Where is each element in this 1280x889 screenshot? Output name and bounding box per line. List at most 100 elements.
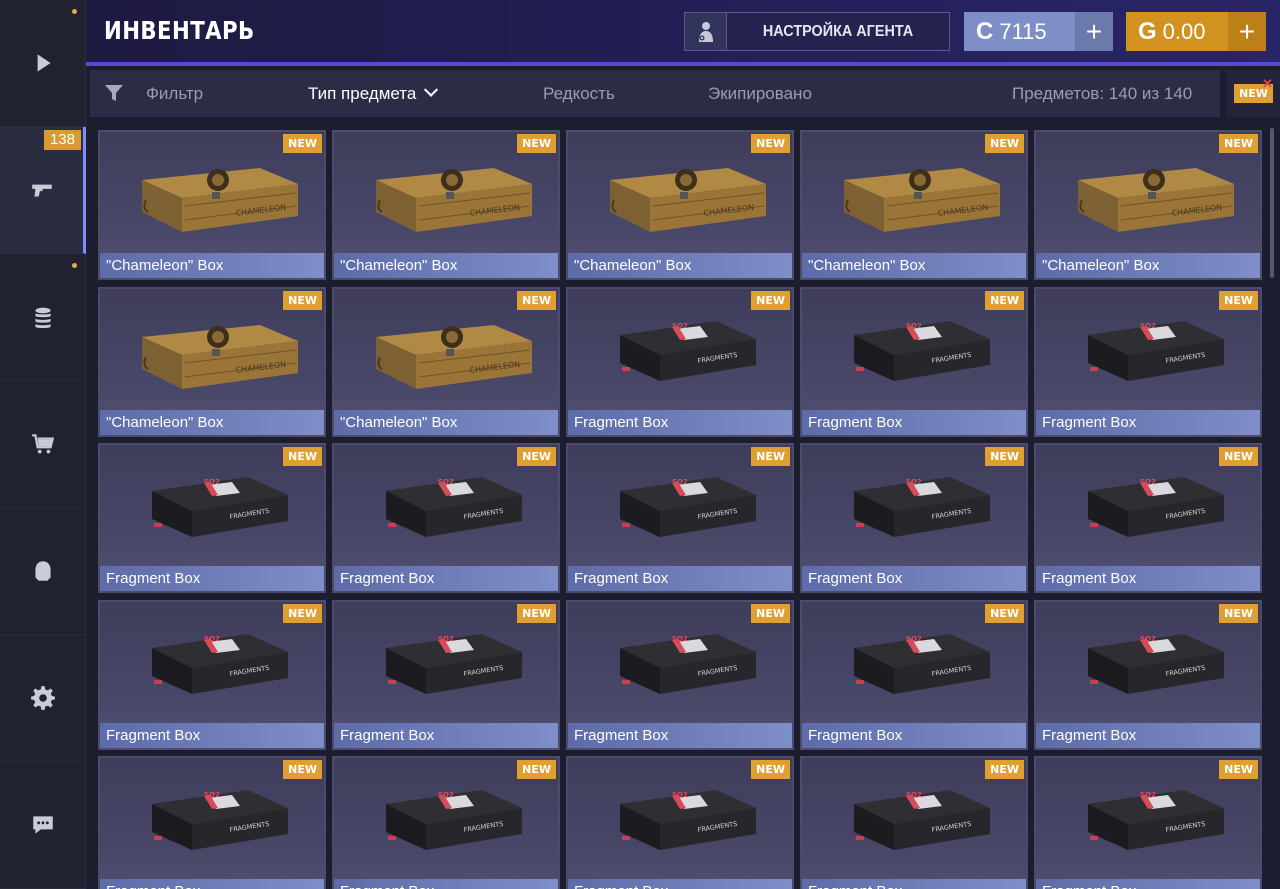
inventory-item-card[interactable]: SO2 FRAGMENTS NEW Fragment Box xyxy=(1034,756,1262,889)
item-name: Fragment Box xyxy=(1036,879,1260,889)
close-icon[interactable]: ✕ xyxy=(1262,76,1273,92)
fragment-box-image: SO2 FRAGMENTS xyxy=(1088,320,1224,381)
item-type-dropdown[interactable]: Тип предмета xyxy=(308,82,439,104)
inventory-item-card[interactable]: SO2 FRAGMENTS NEW Fragment Box xyxy=(1034,286,1262,437)
filter-label[interactable]: Фильтр xyxy=(146,84,203,104)
fragment-box-image: SO2 FRAGMENTS xyxy=(1088,633,1224,694)
svg-text:SO2: SO2 xyxy=(672,478,688,486)
page-title: ИНВЕНТАРЬ xyxy=(104,16,255,45)
sidebar-item-shop[interactable] xyxy=(0,381,86,508)
rarity-filter[interactable]: Редкость xyxy=(543,84,615,104)
new-badge: NEW xyxy=(1219,134,1258,153)
inventory-item-card[interactable]: SO2 FRAGMENTS NEW Fragment Box xyxy=(800,756,1028,889)
chameleon-box-image: CHAMELEON xyxy=(142,324,298,389)
svg-text:SO2: SO2 xyxy=(672,635,688,643)
item-name: Fragment Box xyxy=(802,879,1026,889)
scrollbar[interactable] xyxy=(1270,128,1274,278)
inventory-item-card[interactable]: SO2 FRAGMENTS NEW Fragment Box xyxy=(332,599,560,750)
top-header: ИНВЕНТАРЬ НАСТРОЙКА АГЕНТА C 7115 + G 0.… xyxy=(86,0,1280,66)
item-name: "Chameleon" Box xyxy=(1036,253,1260,278)
chevron-down-icon xyxy=(424,82,439,97)
inventory-item-card[interactable]: CHAMELEON NEW "Chameleon" Box xyxy=(332,130,560,280)
sidebar-item-chat[interactable] xyxy=(0,762,86,889)
item-name: Fragment Box xyxy=(1036,409,1260,435)
sidebar-item-play[interactable] xyxy=(0,0,86,127)
inventory-item-card[interactable]: SO2 FRAGMENTS NEW Fragment Box xyxy=(98,756,326,889)
inventory-item-card[interactable]: SO2 FRAGMENTS NEW Fragment Box xyxy=(566,443,794,593)
new-badge: NEW xyxy=(283,447,322,466)
silver-balance-box: C 7115 xyxy=(964,12,1075,51)
new-badge: NEW xyxy=(751,603,790,623)
inventory-item-card[interactable]: SO2 FRAGMENTS NEW Fragment Box xyxy=(566,756,794,889)
items-count: Предметов: 140 из 140 xyxy=(1012,84,1193,103)
filter-icon[interactable] xyxy=(104,83,124,103)
new-badge: NEW xyxy=(1219,290,1258,310)
svg-text:SO2: SO2 xyxy=(1140,791,1156,799)
svg-text:SO2: SO2 xyxy=(1140,322,1156,330)
chameleon-box-image: CHAMELEON xyxy=(610,168,766,232)
inventory-item-card[interactable]: CHAMELEON NEW "Chameleon" Box xyxy=(332,286,560,437)
inventory-item-card[interactable]: SO2 FRAGMENTS NEW Fragment Box xyxy=(332,443,560,593)
inventory-item-card[interactable]: CHAMELEON NEW "Chameleon" Box xyxy=(800,130,1028,280)
gold-currency: G 0.00 + xyxy=(1126,12,1266,51)
sidebar-item-inventory[interactable]: 138 xyxy=(0,127,86,254)
inventory-item-card[interactable]: SO2 FRAGMENTS NEW Fragment Box xyxy=(800,286,1028,437)
inventory-item-card[interactable]: CHAMELEON NEW "Chameleon" Box xyxy=(98,286,326,437)
new-badge: NEW xyxy=(517,290,556,310)
fragment-box-image: SO2 FRAGMENTS xyxy=(386,633,522,694)
gold-coin-icon: G xyxy=(1138,17,1157,45)
new-badge: NEW xyxy=(751,134,790,153)
fragment-box-image: SO2 FRAGMENTS xyxy=(1088,477,1224,537)
item-name: Fragment Box xyxy=(100,566,324,591)
inventory-item-card[interactable]: SO2 FRAGMENTS NEW Fragment Box xyxy=(566,286,794,437)
chameleon-box-image: CHAMELEON xyxy=(376,168,532,232)
svg-text:SO2: SO2 xyxy=(906,791,922,799)
inventory-item-card[interactable]: CHAMELEON NEW "Chameleon" Box xyxy=(1034,130,1262,280)
inventory-item-card[interactable]: SO2 FRAGMENTS NEW Fragment Box xyxy=(566,599,794,750)
new-badge: NEW xyxy=(517,603,556,623)
new-filter-toggle[interactable]: NEW ✕ xyxy=(1226,70,1280,117)
new-badge: NEW xyxy=(751,290,790,310)
inventory-item-card[interactable]: SO2 FRAGMENTS NEW Fragment Box xyxy=(1034,443,1262,593)
sidebar-item-currency[interactable] xyxy=(0,254,86,381)
item-name: "Chameleon" Box xyxy=(334,409,558,435)
fragment-box-image: SO2 FRAGMENTS xyxy=(620,320,756,381)
fragment-box-image: SO2 FRAGMENTS xyxy=(620,790,756,850)
inventory-item-card[interactable]: SO2 FRAGMENTS NEW Fragment Box xyxy=(98,599,326,750)
fragment-box-image: SO2 FRAGMENTS xyxy=(152,633,288,694)
inventory-item-card[interactable]: SO2 FRAGMENTS NEW Fragment Box xyxy=(800,599,1028,750)
inventory-item-card[interactable]: SO2 FRAGMENTS NEW Fragment Box xyxy=(332,756,560,889)
silver-currency: C 7115 + xyxy=(964,12,1113,51)
svg-text:SO2: SO2 xyxy=(438,791,454,799)
new-badge: NEW xyxy=(283,760,322,779)
inventory-item-card[interactable]: SO2 FRAGMENTS NEW Fragment Box xyxy=(1034,599,1262,750)
sidebar-item-clan[interactable] xyxy=(0,508,86,635)
inventory-item-card[interactable]: SO2 FRAGMENTS NEW Fragment Box xyxy=(800,443,1028,593)
fragment-box-image: SO2 FRAGMENTS xyxy=(854,790,990,850)
new-badge: NEW xyxy=(985,760,1024,779)
item-name: Fragment Box xyxy=(1036,566,1260,591)
pistol-icon xyxy=(31,184,52,197)
inventory-item-card[interactable]: CHAMELEON NEW "Chameleon" Box xyxy=(566,130,794,280)
new-badge: NEW xyxy=(985,134,1024,153)
inventory-grid: CHAMELEON NEW "Chameleon" Box CHAMELEON N… xyxy=(96,128,1266,889)
sidebar-item-settings[interactable] xyxy=(0,635,86,762)
agent-icon xyxy=(698,21,713,42)
new-badge: NEW xyxy=(517,134,556,153)
svg-text:SO2: SO2 xyxy=(438,478,454,486)
chameleon-box-image: CHAMELEON xyxy=(142,168,298,232)
add-silver-button[interactable]: + xyxy=(1075,12,1113,51)
inventory-item-card[interactable]: SO2 FRAGMENTS NEW Fragment Box xyxy=(98,443,326,593)
fragment-box-image: SO2 FRAGMENTS xyxy=(1088,790,1224,850)
item-name: Fragment Box xyxy=(100,879,324,889)
equipped-filter[interactable]: Экипировано xyxy=(708,84,812,104)
add-gold-button[interactable]: + xyxy=(1228,12,1266,51)
agent-settings-button[interactable]: НАСТРОЙКА АГЕНТА xyxy=(684,12,950,51)
svg-text:SO2: SO2 xyxy=(438,635,454,643)
item-name: Fragment Box xyxy=(568,879,792,889)
item-name: Fragment Box xyxy=(568,409,792,435)
inventory-item-card[interactable]: CHAMELEON NEW "Chameleon" Box xyxy=(98,130,326,280)
new-badge: NEW xyxy=(517,447,556,466)
svg-text:SO2: SO2 xyxy=(672,791,688,799)
item-name: "Chameleon" Box xyxy=(802,253,1026,278)
